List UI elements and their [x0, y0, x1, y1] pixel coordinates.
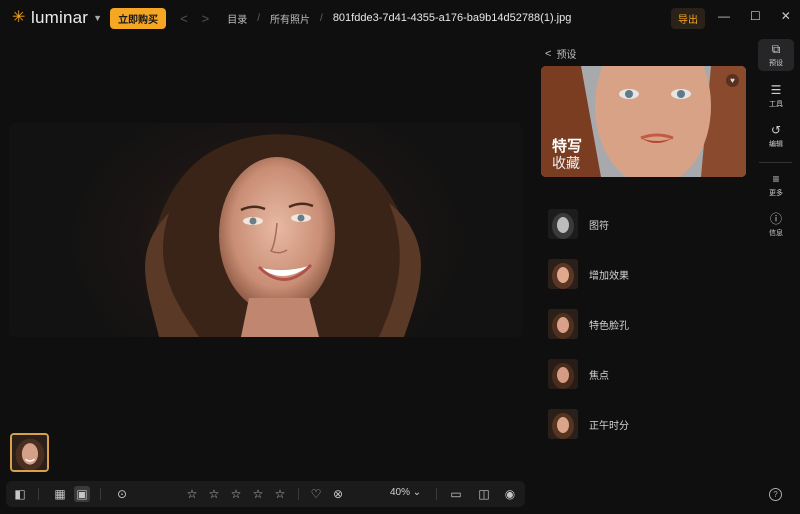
preset-thumbnail-image [548, 209, 578, 239]
preset-thumbnail-image [548, 409, 578, 439]
rail-label: 预设 [769, 59, 783, 67]
preset-thumbnail [548, 409, 578, 439]
zoom-level[interactable]: 40% ⌄ [390, 487, 421, 498]
buy-now-button[interactable]: 立即购买 [110, 7, 167, 29]
nav-arrows: < > [180, 11, 209, 26]
sliders-icon: ☰ [770, 82, 782, 97]
rail-more[interactable]: ≡ 更多 [758, 169, 794, 201]
rail-label: 编辑 [769, 140, 783, 148]
rail-info[interactable]: ⓘ 信息 [758, 209, 794, 241]
export-button[interactable]: 导出 [671, 8, 705, 29]
thumbnail-image [12, 435, 47, 470]
forward-arrow-icon[interactable]: > [202, 11, 210, 26]
chevron-down-icon: ⌄ [412, 487, 422, 498]
breadcrumb-separator: / [320, 12, 323, 24]
toolbar-divider [436, 488, 437, 500]
preset-thumbnail-image [548, 359, 578, 389]
list-icon: ≡ [772, 171, 780, 186]
star-2-icon[interactable]: ☆ [206, 486, 222, 502]
close-icon[interactable]: ✕ [781, 9, 791, 23]
toolbar-divider [298, 488, 299, 500]
bottom-toolbar: ◧ ▦ ▣ ⊙ ☆ ☆ ☆ ☆ ☆ ♡ ⊗ 40% ⌄ ▭ ◫ ◉ [6, 481, 525, 507]
preset-thumbnail [548, 259, 578, 289]
back-arrow-icon[interactable]: < [180, 11, 188, 26]
star-3-icon[interactable]: ☆ [228, 486, 244, 502]
presets-back-link[interactable]: < 预设 [545, 46, 577, 62]
toolbar-divider [38, 488, 39, 500]
sun-logo-icon: ✳ [12, 9, 26, 26]
preset-thumbnail-image [548, 259, 578, 289]
info-icon: ⓘ [769, 211, 782, 226]
breadcrumb-separator: / [257, 12, 261, 24]
breadcrumb-all-photos[interactable]: 所有照片 [270, 11, 310, 26]
preset-item[interactable]: 图符 [548, 207, 738, 241]
chevron-down-icon[interactable]: ▼ [93, 13, 102, 23]
rail-presets[interactable]: ⧉ 预设 [758, 39, 794, 71]
star-5-icon[interactable]: ☆ [272, 486, 288, 502]
preset-item[interactable]: 焦点 [548, 357, 738, 391]
rail-label: 更多 [769, 189, 783, 197]
portrait-image [145, 134, 421, 337]
preset-label: 焦点 [589, 370, 609, 382]
main-photo-canvas[interactable] [9, 123, 522, 337]
reject-icon[interactable]: ⊗ [330, 486, 346, 502]
rail-label: 信息 [769, 229, 783, 237]
preset-thumbnail [548, 359, 578, 389]
layers-icon: ⧉ [771, 41, 781, 56]
preset-label: 正午时分 [589, 420, 629, 432]
breadcrumb-file-name: 801fdde3-7d41-4355-a176-ba9b14d52788(1).… [332, 12, 572, 24]
rail-divider [759, 162, 792, 163]
filmstrip-thumbnail[interactable] [10, 433, 49, 472]
maximize-icon[interactable]: ☐ [750, 9, 761, 23]
favorite-heart-icon[interactable]: ♥ [726, 74, 739, 87]
preset-item[interactable]: 正午时分 [548, 407, 738, 441]
preset-label: 增加效果 [589, 270, 629, 282]
rail-label: 工具 [769, 100, 783, 108]
preset-item[interactable]: 特色脸孔 [548, 307, 738, 341]
app-logo[interactable]: ✳ luminar ▼ [12, 8, 102, 28]
window-controls: — ☐ ✕ [718, 9, 791, 23]
preset-thumbnail [548, 209, 578, 239]
logo-text: luminar [31, 8, 89, 27]
rail-tools[interactable]: ☰ 工具 [758, 80, 794, 112]
history-icon: ↺ [770, 122, 782, 137]
grid-view-icon[interactable]: ▦ [52, 486, 68, 502]
zoom-value: 40% [390, 487, 411, 498]
toolbar-divider [100, 488, 101, 500]
star-4-icon[interactable]: ☆ [250, 486, 266, 502]
preset-item[interactable]: 增加效果 [548, 257, 738, 291]
preset-thumbnail [548, 309, 578, 339]
breadcrumb-catalog[interactable]: 目录 [227, 11, 247, 26]
chevron-left-icon: < [545, 47, 552, 60]
compare-icon[interactable]: ◫ [476, 486, 492, 502]
breadcrumb: 目录 / 所有照片 / 801fdde3-7d41-4355-a176-ba9b… [227, 11, 571, 26]
preset-label: 特色脸孔 [589, 320, 629, 332]
star-1-icon[interactable]: ☆ [184, 486, 200, 502]
sidebar-toggle-icon[interactable]: ◧ [12, 486, 28, 502]
help-icon[interactable]: ? [769, 488, 782, 501]
more-options-icon[interactable]: ⊙ [114, 486, 130, 502]
preset-thumbnail-image [548, 309, 578, 339]
eye-icon[interactable]: ◉ [502, 486, 518, 502]
presets-hero-card[interactable]: 特写 收藏 ♥ [541, 66, 746, 177]
single-view-icon[interactable]: ▣ [74, 486, 90, 502]
heart-icon[interactable]: ♡ [308, 486, 324, 502]
minimize-icon[interactable]: — [718, 9, 730, 23]
monitor-icon[interactable]: ▭ [448, 486, 464, 502]
presets-back-label: 预设 [556, 50, 577, 61]
hero-subtitle: 收藏 [552, 155, 580, 171]
rail-edits[interactable]: ↺ 编辑 [758, 120, 794, 152]
preset-label: 图符 [589, 220, 609, 232]
